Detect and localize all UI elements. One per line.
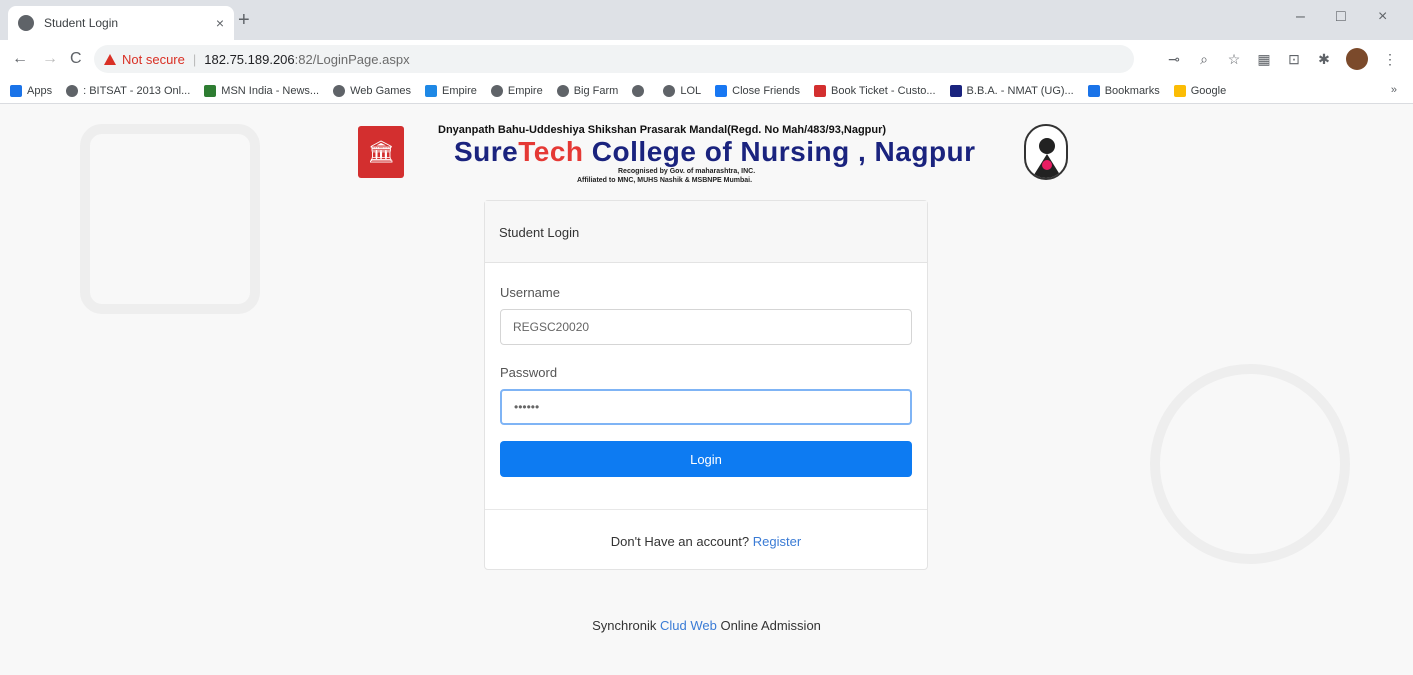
zoom-icon[interactable]: ⌕	[1196, 51, 1212, 67]
puzzle-icon[interactable]: ✱	[1316, 51, 1332, 67]
bookmark-item[interactable]: Empire	[425, 84, 477, 97]
tab-title: Student Login	[44, 16, 119, 30]
nmat-icon	[949, 84, 962, 97]
reload-icon[interactable]: C	[70, 50, 82, 68]
tab-close-icon[interactable]: ×	[216, 15, 224, 31]
bookmark-item[interactable]: Close Friends	[715, 84, 800, 97]
bookmark-apps[interactable]: Apps	[10, 84, 52, 97]
star-icon	[1087, 84, 1100, 97]
globe-icon	[490, 84, 503, 97]
bookmark-item[interactable]: Big Farm	[556, 84, 618, 97]
url-separator: |	[192, 51, 197, 67]
college-name: SureTech College of Nursing , Nagpur	[454, 136, 976, 167]
footer-suffix: Online Admission	[720, 618, 821, 633]
page-footer: Synchronik Clud Web Online Admission	[0, 618, 1413, 633]
facebook-icon	[715, 84, 728, 97]
bookmark-item[interactable]: Bookmarks	[1087, 84, 1160, 97]
ticket-icon	[814, 84, 826, 97]
bookmark-item[interactable]: LOL	[663, 84, 701, 97]
bookmark-item[interactable]: Google	[1173, 84, 1226, 97]
password-input[interactable]	[500, 389, 912, 425]
star-icon[interactable]: ☆	[1226, 51, 1242, 67]
no-account-text: Don't Have an account?	[610, 534, 750, 549]
background-decoration	[80, 124, 260, 314]
address-bar[interactable]: Not secure | 182.75.189.206 :82/LoginPag…	[94, 45, 1134, 73]
new-tab-button[interactable]: +	[238, 9, 250, 32]
google-icon	[1173, 84, 1186, 97]
browser-tab-strip: Student Login × + – □ ×	[0, 0, 1413, 40]
empire-icon	[425, 84, 438, 97]
globe-icon	[66, 84, 79, 97]
extension-2-icon[interactable]: ⊡	[1286, 51, 1302, 67]
footer-brand: Synchronik	[592, 618, 657, 633]
recognition-text: Recognised by Gov. of maharashtra, INC.	[618, 168, 756, 175]
more-bookmarks-icon[interactable]: »	[1391, 84, 1397, 96]
globe-icon	[333, 84, 346, 97]
globe-icon	[556, 84, 569, 97]
password-label: Password	[500, 365, 558, 380]
bookmark-item[interactable]: MSN India - News...	[204, 84, 319, 97]
not-secure-label[interactable]: Not secure	[122, 52, 185, 67]
username-label: Username	[500, 285, 560, 300]
username-input[interactable]	[500, 309, 912, 345]
globe-icon	[632, 84, 645, 97]
page: 🏛 Dnyanpath Bahu-Uddeshiya Shikshan Pras…	[0, 104, 1413, 675]
profile-avatar[interactable]	[1346, 48, 1368, 70]
login-button[interactable]: Login	[500, 441, 912, 477]
bookmark-item[interactable]: Book Ticket - Custo...	[814, 84, 936, 97]
close-window-button[interactable]: ×	[1378, 8, 1387, 26]
org-name: Dnyanpath Bahu-Uddeshiya Shikshan Prasar…	[438, 124, 887, 136]
institution-logo: 🏛	[358, 126, 404, 178]
back-icon[interactable]: ←	[12, 50, 28, 68]
globe-icon	[18, 15, 34, 31]
cloud-web-link[interactable]: Clud Web	[660, 618, 717, 633]
background-decoration	[1150, 364, 1350, 564]
url-host: 182.75.189.206	[204, 51, 295, 67]
browser-toolbar: ← → C Not secure | 182.75.189.206 :82/Lo…	[0, 40, 1413, 78]
minimize-button[interactable]: –	[1296, 8, 1305, 26]
login-card: Student Login Username Password Login Do…	[484, 200, 928, 570]
extension-icon[interactable]: ▦	[1256, 51, 1272, 67]
affiliation-text: Affiliated to MNC, MUHS Nashik & MSBNPE …	[577, 177, 753, 184]
bookmarks-bar: Apps : BITSAT - 2013 Onl... MSN India - …	[0, 78, 1413, 104]
bookmark-item[interactable]: Empire	[490, 84, 543, 97]
url-path: :82/LoginPage.aspx	[294, 51, 410, 67]
menu-icon[interactable]: ⋮	[1382, 51, 1398, 67]
bookmark-item[interactable]: Web Games	[333, 84, 411, 97]
register-prompt: Don't Have an account? Register	[485, 509, 927, 569]
warning-icon	[104, 53, 116, 65]
nursing-logo	[1024, 124, 1068, 180]
register-link[interactable]: Register	[753, 534, 801, 549]
card-title: Student Login	[485, 201, 927, 263]
bookmark-item[interactable]: B.B.A. - NMAT (UG)...	[949, 84, 1074, 97]
bookmark-item[interactable]: : BITSAT - 2013 Onl...	[66, 84, 190, 97]
key-icon[interactable]: ⊸	[1166, 51, 1182, 67]
toolbar-icons: ⊸ ⌕ ☆ ▦ ⊡ ✱ ⋮	[1166, 48, 1398, 70]
maximize-button[interactable]: □	[1336, 8, 1346, 26]
globe-icon	[663, 84, 676, 97]
apps-icon	[10, 84, 22, 97]
msn-icon	[204, 84, 217, 97]
browser-tab[interactable]: Student Login ×	[8, 6, 234, 40]
bookmark-item[interactable]	[632, 84, 649, 97]
forward-icon[interactable]: →	[42, 50, 58, 68]
